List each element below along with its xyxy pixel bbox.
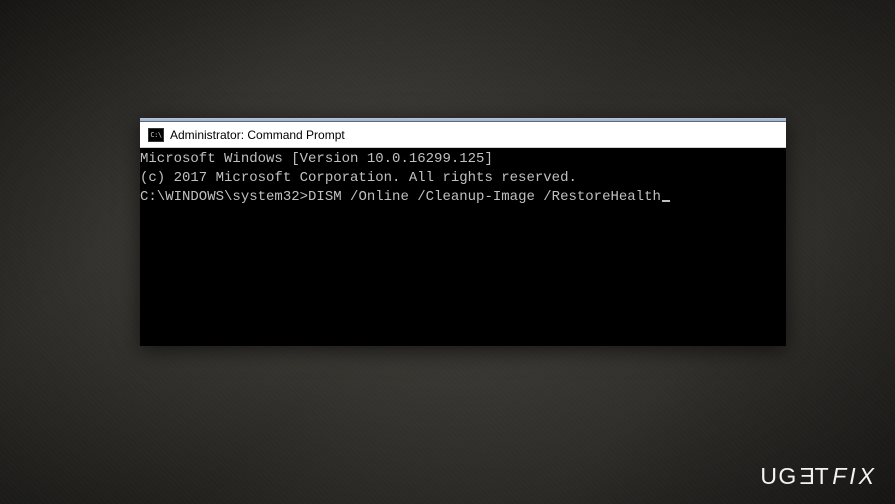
watermark-fix: FIX bbox=[832, 463, 877, 489]
watermark-ug: UG bbox=[760, 463, 798, 489]
watermark-logo: UGETFIX bbox=[760, 463, 877, 490]
console-command: DISM /Online /Cleanup-Image /RestoreHeal… bbox=[308, 189, 661, 205]
console-line-copyright: (c) 2017 Microsoft Corporation. All righ… bbox=[140, 169, 786, 188]
command-prompt-window: C:\ Administrator: Command Prompt Micros… bbox=[140, 118, 786, 346]
cmd-icon-label: C:\ bbox=[150, 131, 161, 139]
console-prompt-line: C:\WINDOWS\system32>DISM /Online /Cleanu… bbox=[140, 188, 786, 207]
window-title: Administrator: Command Prompt bbox=[170, 128, 345, 142]
watermark-e: E bbox=[798, 463, 815, 490]
console-prompt: C:\WINDOWS\system32> bbox=[140, 189, 308, 205]
cmd-icon: C:\ bbox=[148, 128, 164, 142]
watermark-t: T bbox=[815, 463, 831, 489]
console-output[interactable]: Microsoft Windows [Version 10.0.16299.12… bbox=[140, 148, 786, 346]
title-bar[interactable]: C:\ Administrator: Command Prompt bbox=[140, 122, 786, 148]
console-line-version: Microsoft Windows [Version 10.0.16299.12… bbox=[140, 150, 786, 169]
cursor bbox=[662, 200, 670, 202]
